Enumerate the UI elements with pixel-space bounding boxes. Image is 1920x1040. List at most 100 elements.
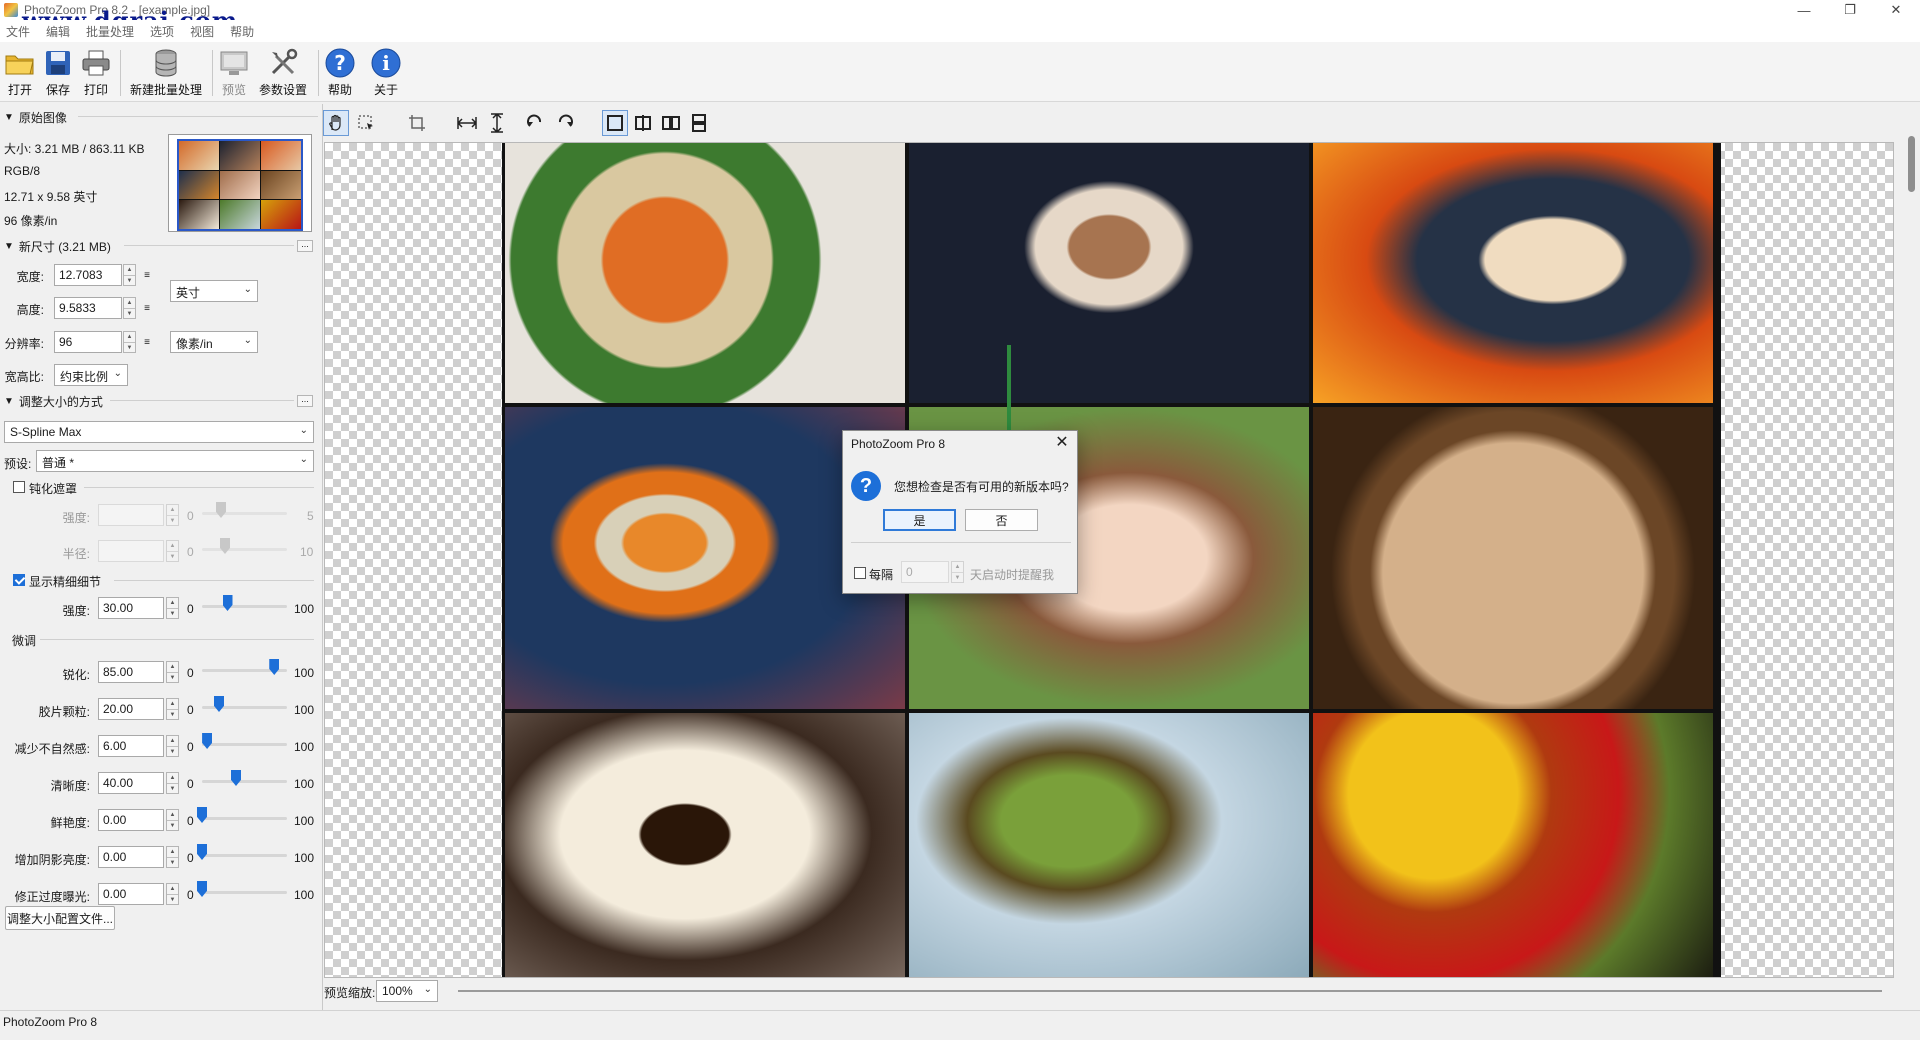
hand-tool-button[interactable]	[323, 110, 349, 136]
range-min: 0	[187, 851, 194, 865]
unsharp-strength-track[interactable]	[202, 512, 287, 515]
remind-days-input[interactable]: 0	[901, 561, 949, 583]
help-button[interactable]: ? 帮助	[322, 46, 358, 98]
fine-tune-track[interactable]	[202, 854, 287, 857]
fine-tune-input[interactable]: 0.00	[98, 846, 164, 868]
height-link-icon[interactable]: ≡	[142, 297, 152, 319]
fine-tune-spinner[interactable]: ▲ ▼	[166, 735, 179, 757]
toolbar-separator	[120, 50, 121, 96]
detail-strength-spinner[interactable]: ▲ ▼	[166, 597, 179, 619]
select-tool-button[interactable]	[353, 110, 379, 136]
rotate-right-button[interactable]	[552, 110, 578, 136]
unsharp-strength-spinner[interactable]: ▲ ▼	[166, 504, 179, 526]
width-spinner[interactable]: ▲ ▼	[123, 264, 136, 286]
unsharp-radius-spinner[interactable]: ▲ ▼	[166, 540, 179, 562]
detail-strength-track[interactable]	[202, 605, 287, 608]
maximize-button[interactable]: ❐	[1827, 0, 1873, 20]
menu-file[interactable]: 文件	[6, 23, 30, 40]
new-size-header[interactable]: ▼ 新尺寸 (3.21 MB)	[4, 238, 111, 255]
stacked-view-button[interactable]	[686, 110, 712, 136]
fine-tune-spinner[interactable]: ▲ ▼	[166, 883, 179, 905]
unsharp-radius-track[interactable]	[202, 548, 287, 551]
resolution-unit-select[interactable]: 像素/in ⌄	[170, 331, 258, 353]
fine-tune-input[interactable]: 0.00	[98, 883, 164, 905]
print-button[interactable]: 打印	[78, 46, 114, 98]
fine-tune-input[interactable]: 85.00	[98, 661, 164, 683]
preview-canvas[interactable]	[324, 142, 1894, 978]
menu-edit[interactable]: 编辑	[46, 23, 70, 40]
preview-zoom-value: 100%	[382, 984, 413, 998]
fine-tune-input[interactable]: 0.00	[98, 809, 164, 831]
minimize-button[interactable]: —	[1781, 0, 1827, 20]
resize-method-select[interactable]: S-Spline Max ⌄	[4, 421, 314, 443]
about-button[interactable]: i 关于	[368, 46, 404, 98]
original-image-header[interactable]: ▼ 原始图像	[4, 109, 67, 126]
fine-tune-spinner[interactable]: ▲ ▼	[166, 661, 179, 683]
fine-tune-track[interactable]	[202, 891, 287, 894]
yes-button[interactable]: 是	[883, 509, 956, 531]
new-batch-button[interactable]: 新建批量处理	[126, 46, 206, 98]
vertical-scrollbar[interactable]	[1905, 130, 1918, 978]
divider	[84, 487, 314, 488]
menu-options[interactable]: 选项	[150, 23, 174, 40]
preview-button[interactable]: 预览	[216, 46, 252, 98]
unsharp-strength-input[interactable]	[98, 504, 164, 526]
divider	[110, 400, 294, 401]
unsharp-strength-label: 强度:	[62, 511, 90, 525]
side-by-side-button[interactable]	[658, 110, 684, 136]
aspect-select[interactable]: 约束比例 ⌄	[54, 364, 128, 386]
settings-button[interactable]: 参数设置	[254, 46, 312, 98]
unsharp-mask-checkbox[interactable]	[13, 481, 25, 493]
photo-tile-coffee	[505, 713, 905, 977]
remind-checkbox[interactable]	[854, 567, 866, 579]
single-view-button[interactable]	[602, 110, 628, 136]
fine-tune-spinner[interactable]: ▲ ▼	[166, 846, 179, 868]
no-button[interactable]: 否	[965, 509, 1038, 531]
menu-batch[interactable]: 批量处理	[86, 23, 134, 40]
fine-tune-track[interactable]	[202, 743, 287, 746]
detail-strength-input[interactable]: 30.00	[98, 597, 164, 619]
menu-view[interactable]: 视图	[190, 23, 214, 40]
crop-tool-button[interactable]	[404, 110, 430, 136]
menu-help[interactable]: 帮助	[230, 23, 254, 40]
open-button[interactable]: 打开	[2, 46, 38, 98]
fine-tune-input[interactable]: 6.00	[98, 735, 164, 757]
resolution-link-icon[interactable]: ≡	[142, 331, 152, 353]
fine-detail-checkbox[interactable]	[13, 574, 25, 586]
range-max: 100	[294, 703, 315, 717]
save-button[interactable]: 保存	[40, 46, 76, 98]
remind-days-spinner[interactable]: ▲ ▼	[951, 561, 964, 583]
width-link-icon[interactable]: ≡	[142, 264, 152, 286]
fine-tune-track[interactable]	[202, 817, 287, 820]
fine-tune-spinner[interactable]: ▲ ▼	[166, 809, 179, 831]
width-input[interactable]: 12.7083	[54, 264, 122, 286]
vertical-scroll-thumb[interactable]	[1908, 136, 1915, 192]
fit-width-button[interactable]	[454, 110, 480, 136]
resize-method-header[interactable]: ▼ 调整大小的方式	[4, 393, 103, 410]
fine-tune-spinner[interactable]: ▲ ▼	[166, 772, 179, 794]
fine-tune-input[interactable]: 20.00	[98, 698, 164, 720]
aspect-label: 宽高比:	[4, 370, 44, 384]
resize-profile-button[interactable]: 调整大小配置文件...	[5, 906, 115, 930]
preview-zoom-select[interactable]: 100% ⌄	[376, 980, 438, 1002]
fine-tune-spinner[interactable]: ▲ ▼	[166, 698, 179, 720]
fine-tune-input[interactable]: 40.00	[98, 772, 164, 794]
unsharp-radius-input[interactable]	[98, 540, 164, 562]
close-window-button[interactable]: ✕	[1873, 0, 1919, 20]
preset-select[interactable]: 普通 * ⌄	[36, 450, 314, 472]
unit-select[interactable]: 英寸 ⌄	[170, 280, 258, 302]
new-size-title: 新尺寸 (3.21 MB)	[18, 240, 111, 254]
split-view-button[interactable]	[630, 110, 656, 136]
new-size-more-button[interactable]: ...	[297, 240, 313, 252]
fit-height-button[interactable]	[484, 110, 510, 136]
fine-tune-track[interactable]	[202, 780, 287, 783]
resolution-input[interactable]: 96	[54, 331, 122, 353]
dialog-close-icon[interactable]: ✕	[1053, 433, 1071, 451]
height-input[interactable]: 9.5833	[54, 297, 122, 319]
rotate-left-button[interactable]	[522, 110, 548, 136]
resolution-spinner[interactable]: ▲ ▼	[123, 331, 136, 353]
resize-method-title: 调整大小的方式	[18, 395, 103, 409]
resize-more-button[interactable]: ...	[297, 395, 313, 407]
height-spinner[interactable]: ▲ ▼	[123, 297, 136, 319]
horizontal-scrollbar[interactable]	[458, 990, 1882, 992]
